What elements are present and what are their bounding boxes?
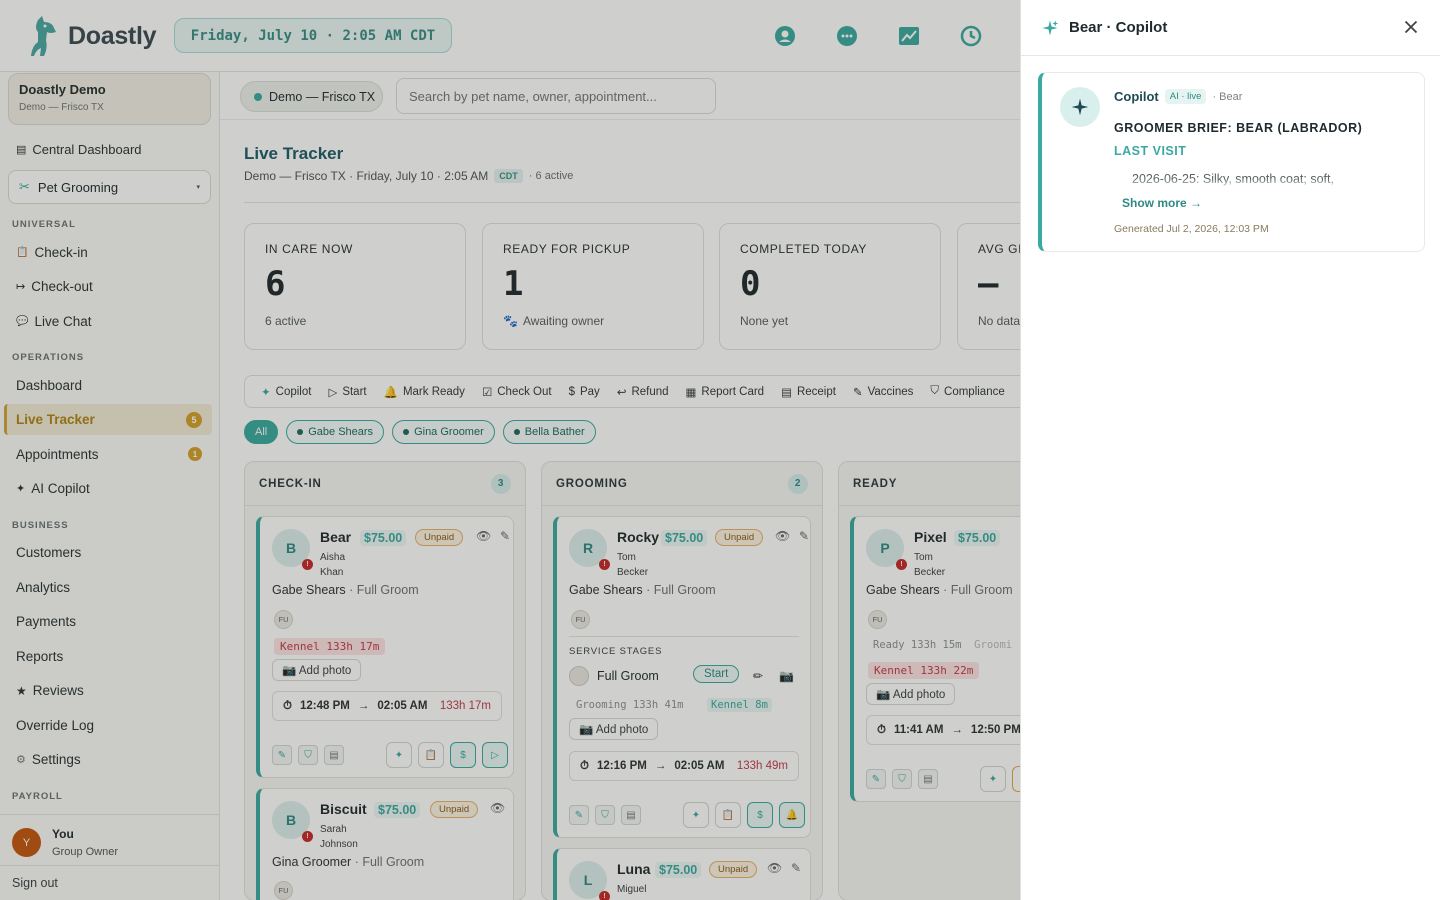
modal-backdrop[interactable] [0,0,1020,900]
copilot-avatar [1060,87,1100,127]
drawer-title: Bear · Copilot [1069,19,1168,36]
ai-live-badge: AI · live [1164,89,1207,104]
brief-heading: GROOMER BRIEF: BEAR (LABRADOR) [1114,121,1363,135]
groomer-brief-card: Copilot AI · live · Bear GROOMER BRIEF: … [1038,72,1425,252]
brief-section-heading: LAST VISIT [1114,144,1187,158]
close-icon[interactable] [1400,16,1422,38]
show-more-link[interactable]: Show more → [1122,196,1202,210]
pet-reference: · Bear [1212,90,1243,103]
generated-timestamp: Generated Jul 2, 2026, 12:03 PM [1114,223,1269,235]
sparkle-icon [1042,20,1059,35]
drawer-header: Bear · Copilot [1021,0,1440,56]
brief-header: Copilot AI · live · Bear [1114,89,1242,104]
brief-body-text: 2026-06-25: Silky, smooth coat; soft, [1132,172,1334,186]
copilot-drawer: Bear · Copilot Copilot AI · live · Bear … [1020,0,1440,900]
copilot-name: Copilot [1114,89,1159,104]
sparkle-icon [1071,98,1089,116]
